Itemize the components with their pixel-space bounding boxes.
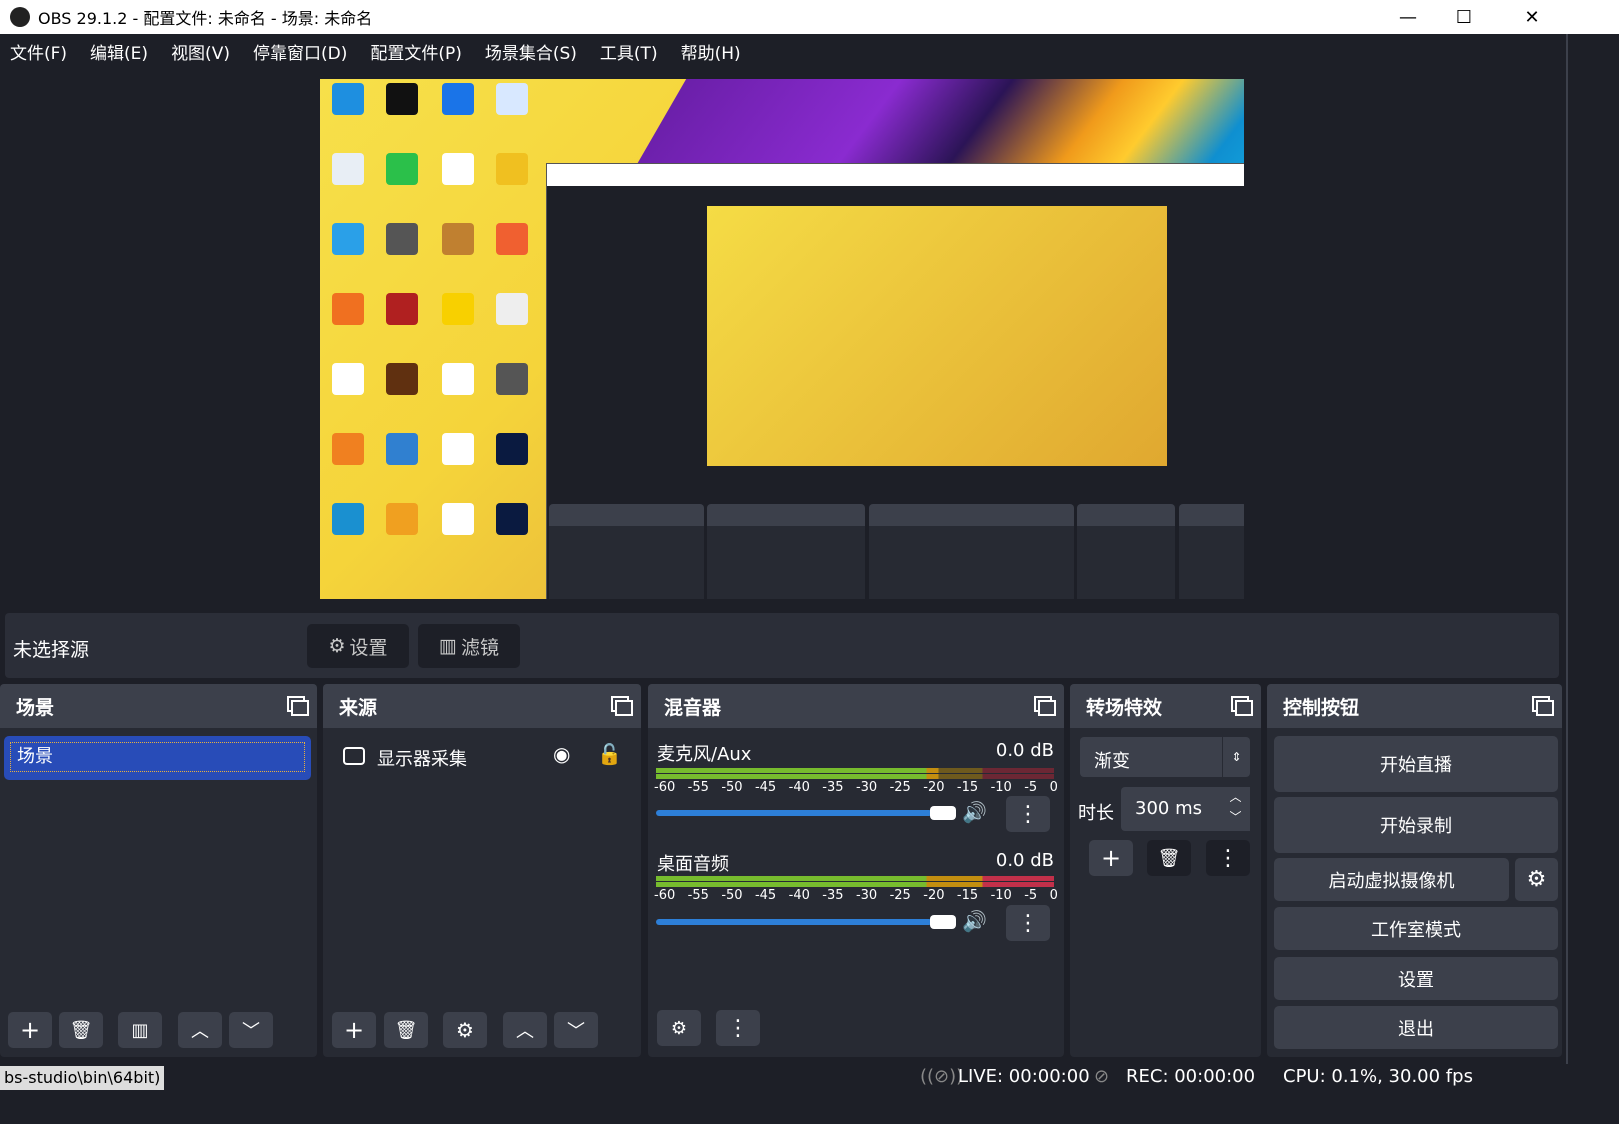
mixer-menu-button[interactable]: ⋮: [1006, 905, 1050, 941]
scenes-dock: 场景 场景 + 🗑 ▥ ︿ ﹀: [0, 684, 317, 1057]
menu-help[interactable]: 帮助(H): [681, 39, 741, 64]
scenes-title: 场景: [16, 696, 55, 719]
no-source-label: 未选择源: [13, 639, 90, 661]
meter-scale: -60 -55 -50 -45 -40 -35 -30 -25 -20 -15 -10 -5 0: [654, 888, 1058, 903]
rec-off-icon: ⊘: [1094, 1066, 1110, 1087]
remove-transition-button[interactable]: 🗑: [1147, 840, 1191, 876]
menu-file[interactable]: 文件(F): [10, 39, 67, 64]
volume-slider[interactable]: [656, 810, 932, 816]
duration-spinner[interactable]: ︿ ﹀: [1221, 787, 1250, 831]
live-timer: LIVE: 00:00:00: [958, 1066, 1090, 1087]
menu-profile[interactable]: 配置文件(P): [370, 39, 462, 64]
source-settings-button[interactable]: ⚙ 设置: [307, 624, 409, 668]
volume-meter: [656, 882, 1054, 887]
exit-button[interactable]: 退出: [1274, 1006, 1558, 1049]
add-transition-button[interactable]: +: [1089, 840, 1133, 876]
minimize-button[interactable]: —: [1380, 0, 1436, 34]
source-toolbar: 未选择源 ⚙ 设置 ▥ 滤镜: [5, 613, 1559, 678]
status-bar: bs-studio\bin\64bit) ((⊘)) LIVE: 00:00:0…: [0, 1062, 1619, 1124]
obs-logo-icon: [10, 7, 30, 27]
transitions-title: 转场特效: [1086, 696, 1163, 719]
volume-meter: [656, 876, 1054, 881]
volume-slider-handle[interactable]: [930, 915, 956, 929]
scene-filters-button[interactable]: ▥: [118, 1012, 162, 1048]
undock-icon[interactable]: [287, 696, 309, 716]
meter-scale: -60 -55 -50 -45 -40 -35 -30 -25 -20 -15 -10 -5 0: [654, 780, 1058, 795]
transition-properties-button[interactable]: ⋮: [1206, 840, 1250, 876]
start-virtual-camera-button[interactable]: 启动虚拟摄像机: [1274, 858, 1509, 901]
menu-bar: 文件(F) 编辑(E) 视图(V) 停靠窗口(D) 配置文件(P) 场景集合(S…: [0, 34, 1567, 68]
menu-docks[interactable]: 停靠窗口(D): [253, 39, 347, 64]
menu-scene-collection[interactable]: 场景集合(S): [485, 39, 577, 64]
transition-select[interactable]: 渐变 ⇕: [1080, 737, 1250, 777]
studio-mode-button[interactable]: 工作室模式: [1274, 907, 1558, 950]
remove-source-button[interactable]: 🗑: [384, 1012, 428, 1048]
remove-scene-button[interactable]: 🗑: [59, 1012, 103, 1048]
gear-icon: ⚙: [328, 635, 346, 657]
undock-icon[interactable]: [1231, 696, 1253, 716]
title-bar: OBS 29.1.2 - 配置文件: 未命名 - 场景: 未命名 — ☐ ✕: [0, 0, 1619, 34]
advanced-audio-button[interactable]: ⚙: [657, 1010, 701, 1046]
volume-meter: [656, 768, 1054, 773]
undock-icon[interactable]: [611, 696, 633, 716]
close-button[interactable]: ✕: [1504, 0, 1560, 34]
eye-icon[interactable]: ◉: [553, 742, 570, 766]
rec-timer: REC: 00:00:00: [1126, 1066, 1256, 1087]
scrollbar[interactable]: [1566, 34, 1568, 1064]
start-recording-button[interactable]: 开始录制: [1274, 797, 1558, 853]
undock-icon[interactable]: [1532, 696, 1554, 716]
mixer-menu-button[interactable]: ⋮: [1006, 796, 1050, 832]
move-source-up-button[interactable]: ︿: [503, 1012, 547, 1048]
menu-edit[interactable]: 编辑(E): [90, 39, 148, 64]
move-scene-down-button[interactable]: ﹀: [229, 1012, 273, 1048]
maximize-button[interactable]: ☐: [1436, 0, 1492, 34]
source-filters-button[interactable]: ▥ 滤镜: [418, 624, 520, 668]
duration-input[interactable]: 300 ms: [1121, 787, 1221, 831]
virtual-camera-settings-button[interactable]: ⚙: [1515, 858, 1558, 901]
add-source-button[interactable]: +: [332, 1012, 376, 1048]
source-item[interactable]: 显示器采集 ◉ 🔓: [323, 740, 641, 774]
gear-icon: ⚙: [1526, 867, 1547, 892]
monitor-icon: [343, 747, 365, 765]
stream-off-icon: ((⊘)): [920, 1066, 964, 1087]
controls-title: 控制按钮: [1283, 696, 1360, 719]
scene-item[interactable]: 场景: [4, 736, 311, 780]
move-source-down-button[interactable]: ﹀: [554, 1012, 598, 1048]
menu-view[interactable]: 视图(V): [171, 39, 230, 64]
undock-icon[interactable]: [1034, 696, 1056, 716]
mixer-options-button[interactable]: ⋮: [716, 1010, 760, 1046]
speaker-icon[interactable]: 🔊: [962, 909, 987, 933]
volume-slider[interactable]: [656, 919, 932, 925]
path-tooltip: bs-studio\bin\64bit): [0, 1066, 165, 1090]
sources-dock: 来源 显示器采集 ◉ 🔓 + 🗑 ⚙ ︿ ﹀: [323, 684, 641, 1057]
volume-slider-handle[interactable]: [930, 806, 956, 820]
volume-meter: [656, 774, 1054, 779]
window-title: OBS 29.1.2 - 配置文件: 未命名 - 场景: 未命名: [38, 9, 373, 28]
move-scene-up-button[interactable]: ︿: [178, 1012, 222, 1048]
add-scene-button[interactable]: +: [8, 1012, 52, 1048]
start-streaming-button[interactable]: 开始直播: [1274, 736, 1558, 792]
mixer-title: 混音器: [664, 696, 722, 719]
chevron-updown-icon: ⇕: [1222, 737, 1250, 777]
filter-icon: ▥: [439, 635, 457, 657]
controls-dock: 控制按钮 开始直播 开始录制 启动虚拟摄像机 ⚙ 工作室模式 设置 退出: [1267, 684, 1562, 1057]
transitions-dock: 转场特效 渐变 ⇕ 时长 300 ms ︿ ﹀ + 🗑 ⋮: [1070, 684, 1261, 1057]
mixer-dock: 混音器 麦克风/Aux 0.0 dB -60 -55 -50 -45 -40 -35 -30…: [648, 684, 1064, 1057]
menu-tools[interactable]: 工具(T): [600, 39, 658, 64]
cpu-fps: CPU: 0.1%, 30.00 fps: [1283, 1066, 1473, 1087]
nested-obs-capture: [546, 163, 1244, 599]
speaker-icon[interactable]: 🔊: [962, 800, 987, 824]
sources-title: 来源: [339, 696, 378, 719]
preview-canvas[interactable]: [320, 79, 1244, 599]
unlock-icon[interactable]: 🔓: [597, 742, 622, 766]
source-properties-button[interactable]: ⚙: [443, 1012, 487, 1048]
settings-button[interactable]: 设置: [1274, 957, 1558, 1000]
